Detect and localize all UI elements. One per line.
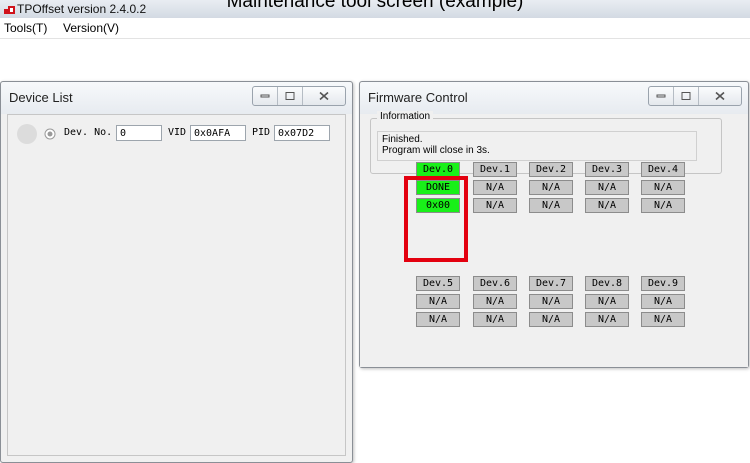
dev-name-cell: Dev.0 — [416, 162, 460, 177]
dev-status-cell: N/A — [473, 180, 517, 195]
dev-status-cell: N/A — [416, 294, 460, 309]
firmware-control-window: Firmware Control Information Finished. P… — [359, 81, 749, 368]
information-group-label: Information — [377, 111, 434, 122]
dev-name-cell: Dev.7 — [529, 276, 573, 291]
dev-value-cell: N/A — [585, 312, 629, 327]
device-list-title: Device List — [9, 90, 73, 105]
mdi-workspace: Device List Dev. No. 0 VID 0x0AFA PID 0x… — [0, 39, 750, 463]
dev-no-label: Dev. No. — [64, 127, 113, 138]
device-list-window-controls — [252, 86, 346, 106]
dev-value-cell: N/A — [473, 312, 517, 327]
status-led-icon — [17, 124, 37, 144]
firmware-control-window-controls — [648, 86, 742, 106]
menu-version[interactable]: Version(V) — [63, 21, 119, 35]
dev-status-cell: N/A — [529, 180, 573, 195]
dev-name-cell: Dev.6 — [473, 276, 517, 291]
close-icon[interactable] — [699, 87, 741, 105]
dev-value-cell: N/A — [529, 312, 573, 327]
dev-name-cell: Dev.3 — [585, 162, 629, 177]
dev-value-cell: N/A — [473, 198, 517, 213]
device-list-titlebar[interactable]: Device List — [1, 82, 352, 114]
dev-value-cell: N/A — [641, 312, 685, 327]
dev-status-cell: N/A — [641, 180, 685, 195]
firmware-control-titlebar[interactable]: Firmware Control — [360, 82, 748, 114]
firmware-control-panel: Information Finished. Program will close… — [360, 111, 748, 367]
dev-name-cell: Dev.8 — [585, 276, 629, 291]
radio-button-icon[interactable] — [44, 128, 56, 140]
minimize-icon[interactable] — [253, 87, 278, 105]
device-row: Dev. No. 0 VID 0x0AFA PID 0x07D2 — [12, 123, 332, 145]
vid-label: VID — [168, 127, 187, 138]
dev-name-cell: Dev.1 — [473, 162, 517, 177]
dev-name-cell: Dev.2 — [529, 162, 573, 177]
info-line: Finished. — [382, 134, 423, 145]
dev-no-field: 0 — [116, 125, 162, 141]
maximize-icon[interactable] — [674, 87, 699, 105]
dev-name-cell: Dev.9 — [641, 276, 685, 291]
menu-bar: Tools(T) Version(V) — [0, 18, 750, 39]
dev-value-cell: N/A — [585, 198, 629, 213]
dev-name-cell: Dev.4 — [641, 162, 685, 177]
dev-status-cell: N/A — [585, 294, 629, 309]
screen-caption: Maintenance tool screen (example) — [226, 0, 524, 12]
highlight-box — [404, 176, 468, 262]
pid-label: PID — [252, 127, 271, 138]
dev-value-cell: N/A — [641, 198, 685, 213]
device-list-panel: Dev. No. 0 VID 0x0AFA PID 0x07D2 — [7, 114, 346, 456]
info-line: Program will close in 3s. — [382, 145, 490, 156]
information-message: Finished. Program will close in 3s. — [377, 131, 697, 161]
firmware-control-title: Firmware Control — [368, 90, 468, 105]
vid-field: 0x0AFA — [190, 125, 246, 141]
dev-value-cell: N/A — [416, 312, 460, 327]
menu-tools[interactable]: Tools(T) — [4, 21, 47, 35]
maximize-icon[interactable] — [278, 87, 303, 105]
close-icon[interactable] — [303, 87, 345, 105]
dev-value-cell: N/A — [529, 198, 573, 213]
device-list-window: Device List Dev. No. 0 VID 0x0AFA PID 0x… — [0, 81, 353, 463]
dev-status-cell: N/A — [641, 294, 685, 309]
dev-status-cell: N/A — [473, 294, 517, 309]
dev-name-cell: Dev.5 — [416, 276, 460, 291]
minimize-icon[interactable] — [649, 87, 674, 105]
pid-field: 0x07D2 — [274, 125, 330, 141]
dev-status-cell: N/A — [529, 294, 573, 309]
dev-status-cell: N/A — [585, 180, 629, 195]
